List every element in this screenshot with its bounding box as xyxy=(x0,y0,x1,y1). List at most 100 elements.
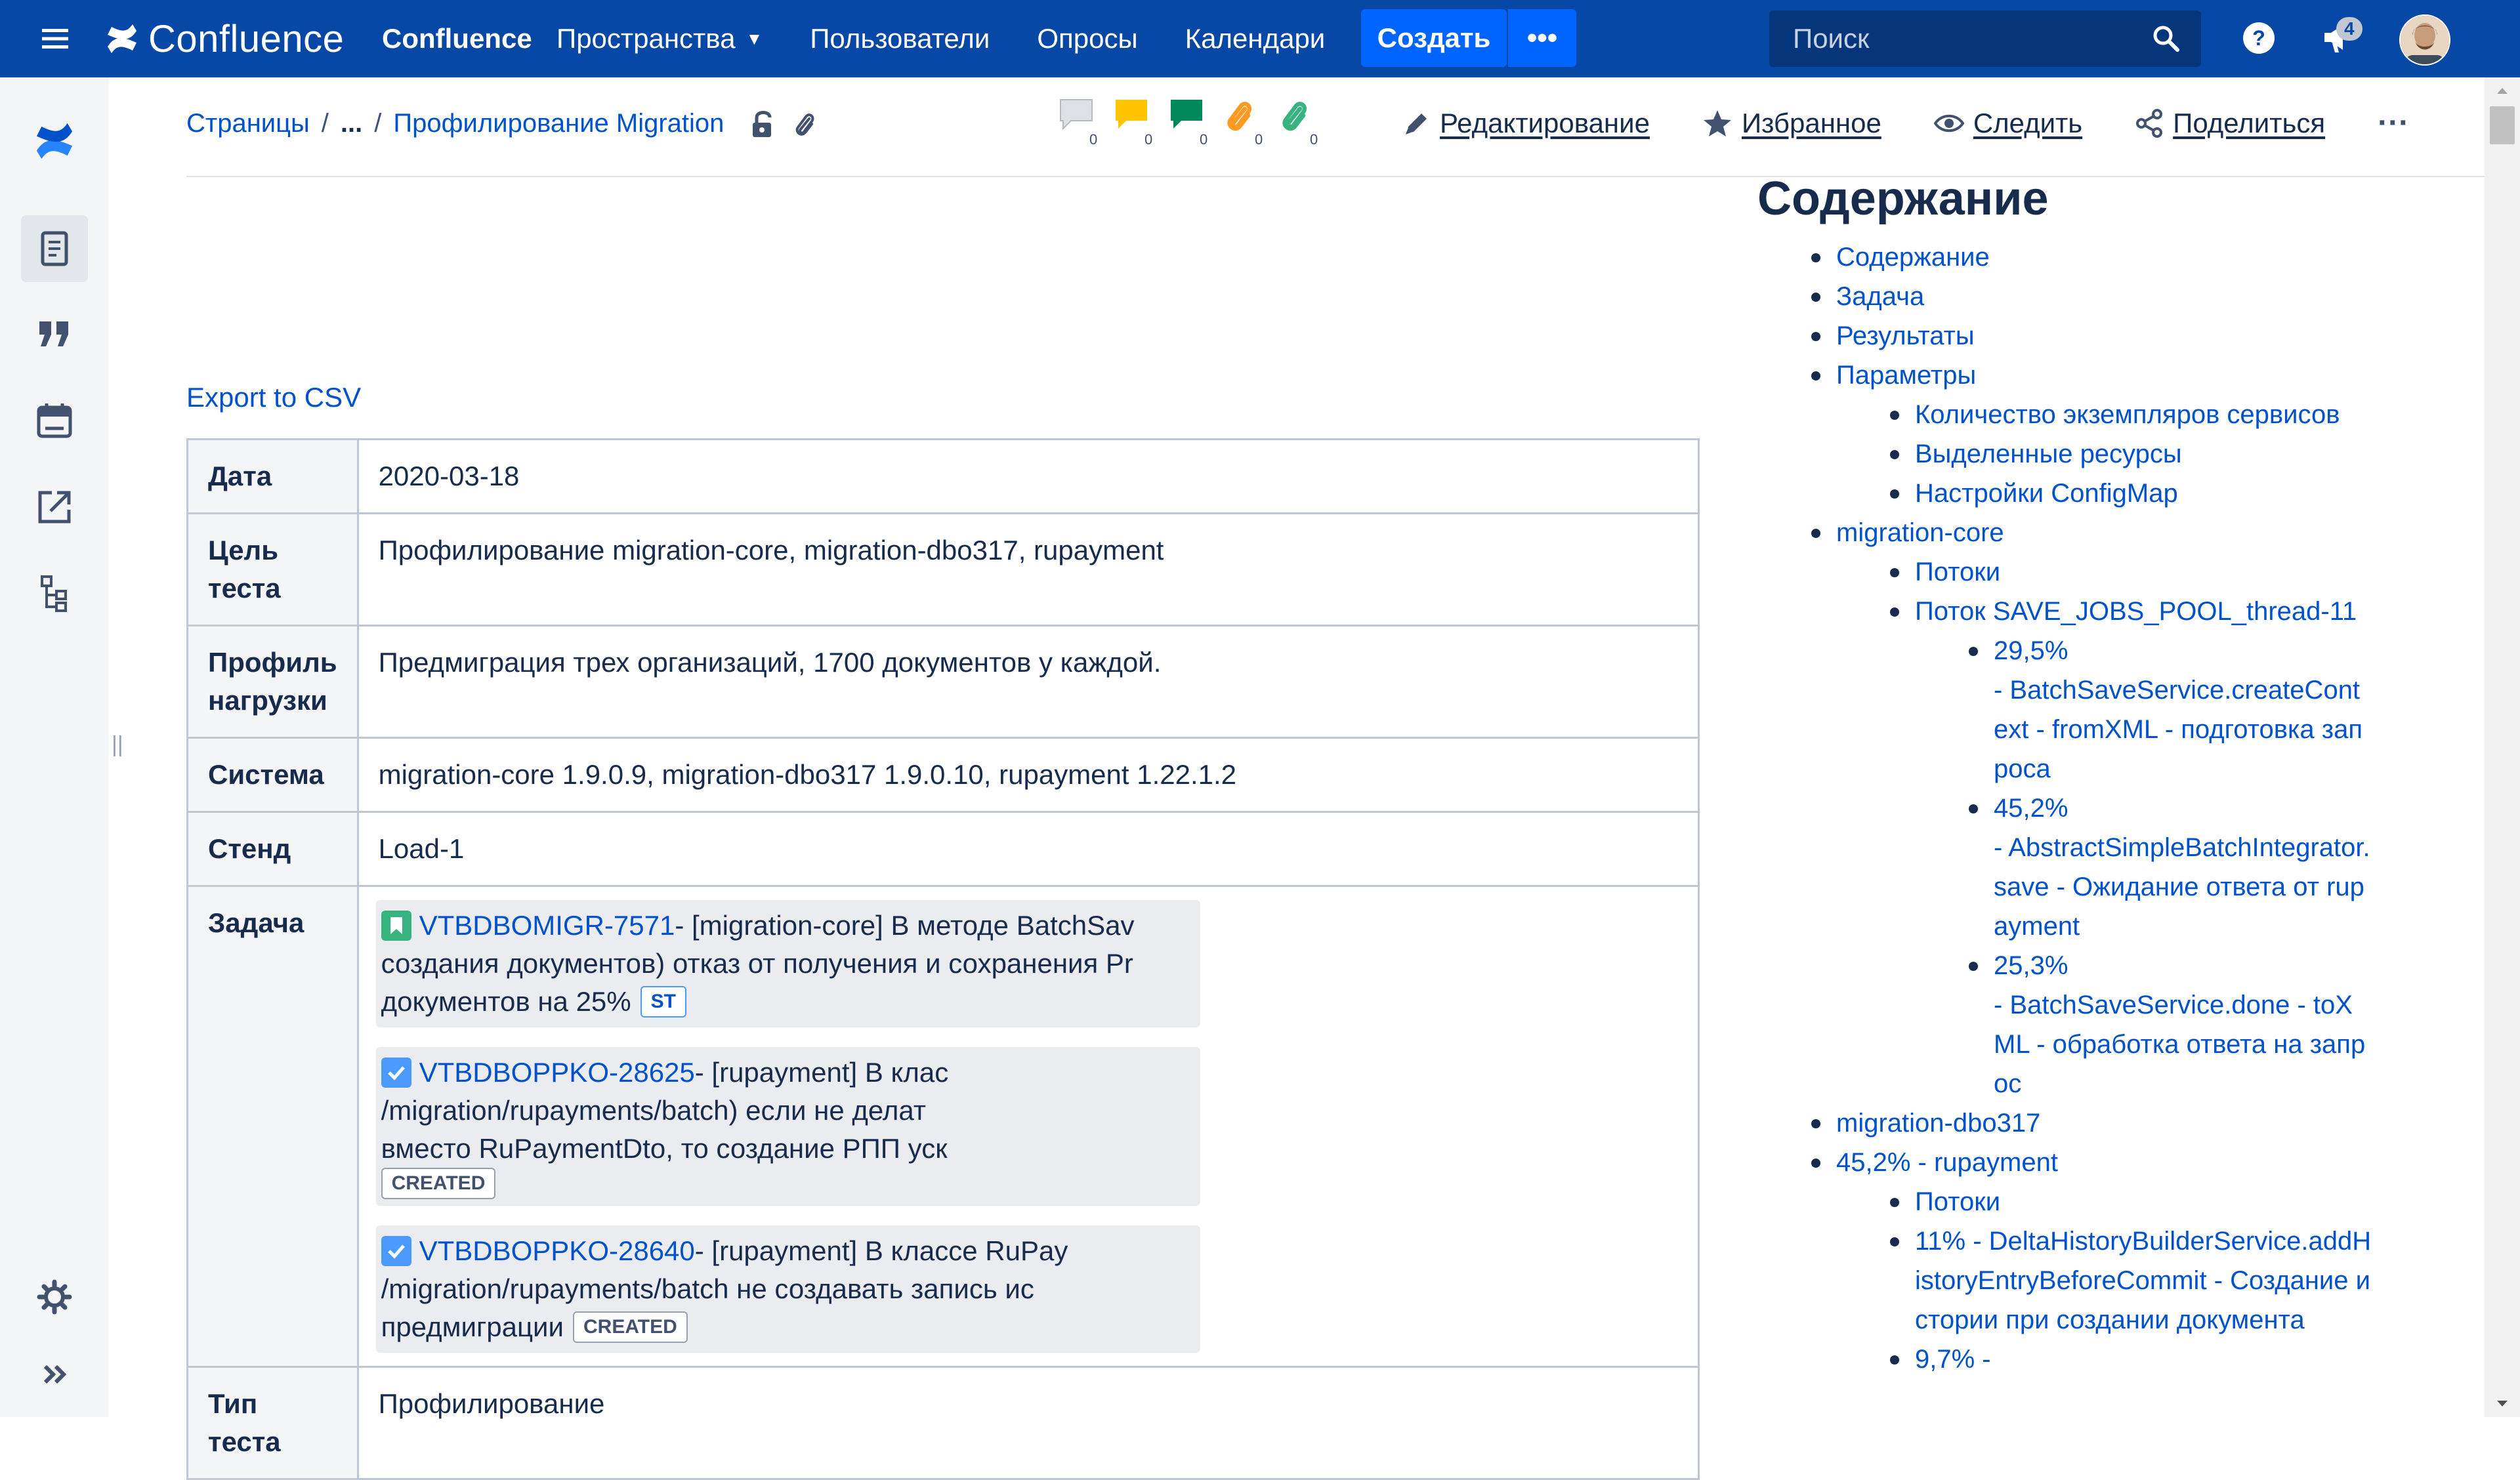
favorite-label: Избранное xyxy=(1741,107,1881,138)
toc-item[interactable]: 11% - DeltaHistoryBuilderService.addHist… xyxy=(1757,1222,2374,1340)
table-of-contents: Содержание Содержание Задача Результаты Пар… xyxy=(1757,169,2374,1379)
scroll-thumb[interactable] xyxy=(2490,106,2515,144)
reaction-attachment-green[interactable]: 0 xyxy=(1278,97,1334,150)
toc-item[interactable]: - AbstractSimpleBatchIntegrator.save - О… xyxy=(1757,828,2374,946)
issue-key-link[interactable]: VTBDBOMIGR-7571 xyxy=(419,907,675,945)
issue-summary: документов на 25% xyxy=(381,986,631,1017)
create-button[interactable]: Создать xyxy=(1361,9,1507,67)
toc-item[interactable]: migration-dbo317 xyxy=(1757,1103,2374,1143)
watch-button[interactable]: Следить xyxy=(1933,107,2083,139)
toc-item[interactable]: 45,2% - rupayment xyxy=(1757,1143,2374,1182)
story-bookmark-icon xyxy=(381,911,411,941)
sidebar-settings[interactable] xyxy=(21,1264,88,1330)
toc-item-label: 29,5% xyxy=(1994,636,2068,665)
restrictions-button[interactable] xyxy=(750,110,776,138)
table-row: Профиль нагрузки Предмиграция трех орган… xyxy=(186,625,1700,739)
issue-summary: вместо RuPaymentDto, то создание РПП уск xyxy=(381,1133,948,1164)
toc-item[interactable]: migration-core xyxy=(1757,513,2374,552)
watch-label: Следить xyxy=(1973,107,2083,138)
toc-item[interactable]: Настройки ConfigMap xyxy=(1757,474,2374,513)
star-icon xyxy=(1703,110,1731,136)
toc-item[interactable]: 45,2% xyxy=(1757,789,2374,828)
help-icon[interactable]: ? xyxy=(2238,17,2280,59)
row-value: migration-core 1.9.0.9, migration-dbo317… xyxy=(356,737,1700,813)
app-switcher-button[interactable] xyxy=(35,0,75,77)
toc-item[interactable]: Задача xyxy=(1757,277,2374,316)
create-more-button[interactable]: ••• xyxy=(1507,9,1576,67)
nav-spaces[interactable]: Пространства ▼ xyxy=(556,23,763,54)
toc-item-label: - BatchSaveService.createContext - fromX… xyxy=(1994,676,2363,783)
confluence-logo[interactable]: Confluence xyxy=(105,0,344,77)
toc-item[interactable]: 29,5% xyxy=(1757,631,2374,670)
reaction-attachment-orange[interactable]: 0 xyxy=(1223,97,1278,150)
attachment-orange-icon xyxy=(1227,102,1251,131)
toc-item[interactable]: Потоки xyxy=(1757,1182,2374,1222)
favorite-button[interactable]: Избранное xyxy=(1702,108,1881,139)
page-actions: Редактирование Избранное Следить Поделит… xyxy=(1403,105,2409,141)
sidebar-confluence-home[interactable] xyxy=(21,108,88,175)
breadcrumb-current-page[interactable]: Профилирование Migration xyxy=(393,109,724,138)
task-line: /migration/rupayments/batch) если не дел… xyxy=(381,1092,1195,1130)
page-scrollbar[interactable] xyxy=(2485,77,2520,1417)
toc-item[interactable]: Потоки xyxy=(1757,552,2374,592)
sidebar-expand[interactable] xyxy=(21,1341,88,1408)
nav-surveys[interactable]: Опросы xyxy=(1037,23,1137,54)
sidebar-resize-handle[interactable]: || xyxy=(112,732,123,758)
search-box[interactable] xyxy=(1769,10,2201,67)
scroll-up-arrow-icon[interactable] xyxy=(2485,77,2520,104)
nav-calendars[interactable]: Календари xyxy=(1185,23,1326,54)
issue-summary: /migration/rupayments/batch не создавать… xyxy=(381,1273,1034,1304)
toc-item[interactable]: - BatchSaveService.createContext - fromX… xyxy=(1757,670,2374,789)
more-actions-button[interactable]: ··· xyxy=(2378,105,2409,141)
toc-item[interactable]: Количество экземпляров сервисов xyxy=(1757,395,2374,434)
sidebar-item-calendars[interactable] xyxy=(21,387,88,454)
task-line: создания документов) отказ от получения … xyxy=(381,945,1195,983)
task-checkbox-icon xyxy=(381,1236,411,1266)
toc-item[interactable]: Поток SAVE_JOBS_POOL_thread-11 xyxy=(1757,592,2374,631)
issue-key-link[interactable]: VTBDBOPPKO-28625 xyxy=(419,1054,695,1092)
confluence-logo-icon xyxy=(36,123,73,159)
toc-item[interactable]: Результаты xyxy=(1757,316,2374,356)
breadcrumb-ellipsis[interactable]: ... xyxy=(341,109,362,138)
scroll-down-arrow-icon[interactable] xyxy=(2485,1391,2520,1417)
toc-item[interactable]: - BatchSaveService.done - toXML - обрабо… xyxy=(1757,985,2374,1103)
search-input[interactable] xyxy=(1792,22,2149,55)
edit-button[interactable]: Редактирование xyxy=(1403,108,1650,139)
toc-item[interactable]: Параметры xyxy=(1757,356,2374,395)
toc-item[interactable]: 25,3% xyxy=(1757,946,2374,985)
nav-users[interactable]: Пользователи xyxy=(810,23,990,54)
share-button[interactable]: Поделиться xyxy=(2135,108,2325,139)
sidebar-item-pages[interactable] xyxy=(21,215,88,282)
toc-item[interactable]: Выделенные ресурсы xyxy=(1757,434,2374,474)
sidebar-item-external[interactable] xyxy=(21,474,88,541)
task-line: VTBDBOPPKO-28640 - [rupayment] В классе … xyxy=(381,1232,1195,1270)
toc-item-label: Потоки xyxy=(1915,1187,2001,1216)
issue-key-link[interactable]: VTBDBOPPKO-28640 xyxy=(419,1232,695,1270)
row-key: Тип теста xyxy=(186,1366,359,1480)
task-line: VTBDBOMIGR-7571 - [migration-core] В мет… xyxy=(381,907,1195,945)
toc-item-label: 25,3% xyxy=(1994,951,2068,980)
sidebar-item-blog[interactable] xyxy=(21,300,88,367)
issue-summary: /migration/rupayments/batch) если не дел… xyxy=(381,1095,927,1126)
sidebar-item-page-tree[interactable] xyxy=(21,560,88,627)
row-key: Цель теста xyxy=(186,512,359,627)
test-metadata-table: Дата 2020-03-18 Цель теста Профилировани… xyxy=(186,438,1700,1480)
table-row: Система migration-core 1.9.0.9, migratio… xyxy=(186,737,1700,813)
space-title[interactable]: Confluence xyxy=(382,0,532,77)
row-key: Стенд xyxy=(186,811,359,887)
comment-yellow-icon xyxy=(1116,100,1147,129)
reaction-count: 0 xyxy=(1310,131,1318,148)
toc-item-label: - AbstractSimpleBatchIntegrator.save - О… xyxy=(1994,833,2370,941)
breadcrumb-pages[interactable]: Страницы xyxy=(186,109,310,138)
toc-item[interactable]: Содержание xyxy=(1757,237,2374,277)
task-list: VTBDBOMIGR-7571 - [migration-core] В мет… xyxy=(356,885,1700,1368)
avatar[interactable] xyxy=(2399,14,2450,66)
attachments-button[interactable] xyxy=(793,110,816,138)
toc-item-label: migration-core xyxy=(1836,518,2004,547)
toc-item[interactable]: 9,7% - xyxy=(1757,1340,2374,1379)
reaction-comment-yellow[interactable]: 0 xyxy=(1113,97,1168,150)
search-icon[interactable] xyxy=(2151,24,2180,52)
reaction-comment-green[interactable]: 0 xyxy=(1168,97,1223,150)
export-csv-link[interactable]: Export to CSV xyxy=(186,382,361,413)
reaction-comment-grey[interactable]: 0 xyxy=(1058,97,1113,150)
